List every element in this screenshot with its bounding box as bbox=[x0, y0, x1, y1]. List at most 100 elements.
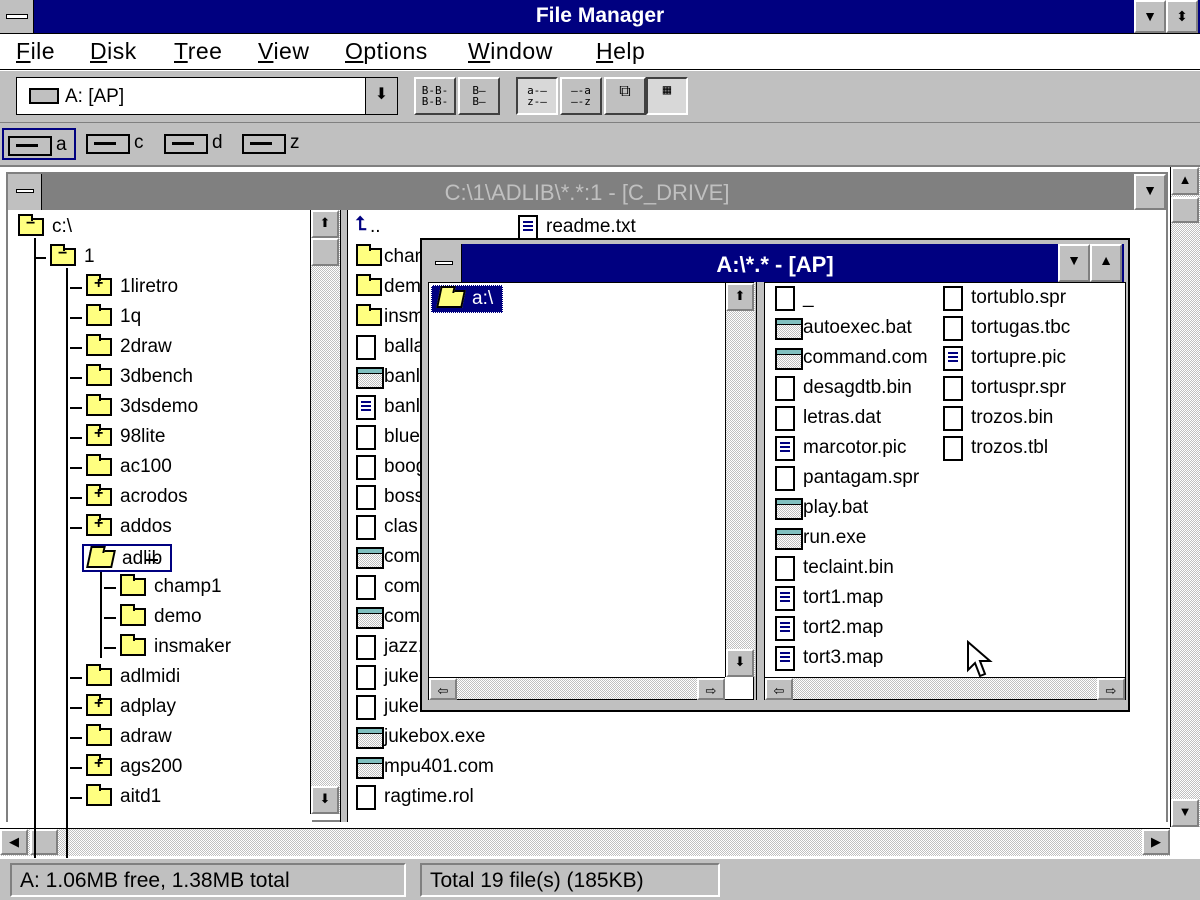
a-window-minimize[interactable]: ▼ bbox=[1058, 244, 1090, 282]
a-tree-root[interactable]: a:\ bbox=[431, 285, 503, 313]
a-window-maximize[interactable]: ▲ bbox=[1090, 244, 1122, 282]
menu-help[interactable]: Help bbox=[596, 38, 645, 65]
file-item[interactable]: mpu401.com bbox=[352, 754, 512, 782]
scroll-thumb[interactable] bbox=[311, 238, 339, 266]
tree-connector bbox=[70, 467, 82, 469]
menu-tree[interactable]: Tree bbox=[174, 38, 222, 65]
file-item[interactable]: command.com bbox=[771, 345, 941, 373]
drive-dropdown-button[interactable]: ⬇ bbox=[365, 78, 397, 114]
workspace-vscroll[interactable]: ▲ ▼ bbox=[1170, 167, 1200, 827]
file-item[interactable]: tort3.map bbox=[771, 645, 941, 673]
menu-file[interactable]: File bbox=[16, 38, 55, 65]
sort-by-date-button[interactable]: ▦ bbox=[646, 77, 688, 115]
drive-z[interactable]: z bbox=[238, 128, 310, 160]
a-files-hscroll[interactable]: ⇦ ⇨ bbox=[765, 677, 1125, 700]
file-item[interactable]: tortugas.tbc bbox=[939, 315, 1119, 343]
c-tree-pane[interactable]: c:\ 1 1liretro 1q 2draw 3dbench 3dsdemo 98lite a… bbox=[8, 210, 312, 858]
tree-item[interactable]: 3dsdemo bbox=[8, 394, 308, 422]
split-bar[interactable] bbox=[340, 210, 348, 822]
scroll-up-button[interactable]: ▲ bbox=[1171, 167, 1199, 195]
sort-by-name-button[interactable]: a-— z-— bbox=[516, 77, 558, 115]
c-window-title-bar[interactable]: C:\1\ADLIB\*.*:1 - [C_DRIVE] ▼ bbox=[8, 174, 1166, 210]
title-bar[interactable]: File Manager ▼ ⬍ bbox=[0, 0, 1200, 34]
file-item[interactable]: pantagam.spr bbox=[771, 465, 941, 493]
file-item[interactable]: trozos.bin bbox=[939, 405, 1119, 433]
file-item[interactable]: ragtime.rol bbox=[352, 784, 512, 812]
file-item[interactable]: letras.dat bbox=[771, 405, 941, 433]
file-item[interactable]: tortupre.pic bbox=[939, 345, 1119, 373]
tree-item[interactable]: aitd1 bbox=[8, 784, 308, 812]
tree-item[interactable]: acrodos bbox=[8, 484, 308, 512]
scroll-up-button[interactable]: ⬆ bbox=[311, 210, 339, 238]
scroll-up-button[interactable]: ⬆ bbox=[726, 283, 754, 311]
scroll-left-button[interactable]: ⇦ bbox=[429, 678, 457, 700]
tree-item-label: aitd1 bbox=[120, 786, 162, 807]
tree-item[interactable]: 1liretro bbox=[8, 274, 308, 302]
file-name: com bbox=[384, 546, 420, 567]
a-tree-vscroll[interactable]: ⬆ ⬇ bbox=[725, 283, 755, 677]
a-window-title-bar[interactable]: A:\*.* - [AP] ▼ ▲ bbox=[426, 244, 1124, 282]
scroll-left-button[interactable]: ◀ bbox=[0, 829, 28, 855]
tree-item[interactable]: c:\ bbox=[8, 214, 308, 242]
file-item[interactable]: jukebox.exe bbox=[352, 724, 512, 752]
workspace-hscroll[interactable]: ◀ ▶ bbox=[0, 828, 1170, 856]
tree-item[interactable]: adraw bbox=[8, 724, 308, 752]
scroll-thumb[interactable] bbox=[1171, 197, 1199, 223]
tree-item[interactable]: insmaker bbox=[8, 634, 308, 662]
tree-item[interactable]: ac100 bbox=[8, 454, 308, 482]
minimize-button[interactable]: ▼ bbox=[1134, 0, 1166, 33]
menu-window[interactable]: Window bbox=[468, 38, 553, 65]
drive-d[interactable]: d bbox=[160, 128, 232, 160]
sort-by-type-button[interactable]: —-a —-z bbox=[560, 77, 602, 115]
scroll-right-button[interactable]: ▶ bbox=[1142, 829, 1170, 855]
menu-disk[interactable]: Disk bbox=[90, 38, 137, 65]
file-item[interactable]: teclaint.bin bbox=[771, 555, 941, 583]
scroll-down-button[interactable]: ⬇ bbox=[311, 786, 339, 814]
tree-item[interactable]: 1q bbox=[8, 304, 308, 332]
file-item[interactable]: marcotor.pic bbox=[771, 435, 941, 463]
tree-item[interactable]: 1 bbox=[8, 244, 308, 272]
file-item[interactable]: tort1.map bbox=[771, 585, 941, 613]
drive-c[interactable]: c bbox=[82, 128, 154, 160]
program-file-icon bbox=[356, 607, 384, 629]
tree-item[interactable]: addos bbox=[8, 514, 308, 542]
tree-item[interactable]: adlib bbox=[82, 544, 172, 572]
tree-item[interactable]: adplay bbox=[8, 694, 308, 722]
menu-options[interactable]: Options bbox=[345, 38, 428, 65]
tree-item[interactable]: 2draw bbox=[8, 334, 308, 362]
drive-select[interactable]: A: [AP] ⬇ bbox=[16, 77, 398, 115]
file-item[interactable]: desagdtb.bin bbox=[771, 375, 941, 403]
scroll-down-button[interactable]: ▼ bbox=[1171, 799, 1199, 827]
directory-only-button[interactable]: B— B— bbox=[458, 77, 500, 115]
new-window-button[interactable]: ⧉ bbox=[604, 77, 646, 115]
scroll-right-button[interactable]: ⇨ bbox=[697, 678, 725, 700]
file-item[interactable]: play.bat bbox=[771, 495, 941, 523]
tree-item[interactable]: demo bbox=[8, 604, 308, 632]
scroll-right-button[interactable]: ⇨ bbox=[1097, 678, 1125, 700]
tree-item[interactable]: adlmidi bbox=[8, 664, 308, 692]
tree-and-directory-button[interactable]: B-B- B-B- bbox=[414, 77, 456, 115]
file-item[interactable]: tort2.map bbox=[771, 615, 941, 643]
file-item[interactable]: tortuspr.spr bbox=[939, 375, 1119, 403]
tree-item[interactable]: champ1 bbox=[8, 574, 308, 602]
tree-item[interactable]: 3dbench bbox=[8, 364, 308, 392]
a-file-pane[interactable]: ⇦ ⇨ _ autoexec.bat command.com desagdtb.bin… bbox=[764, 282, 1126, 700]
c-window-minimize[interactable]: ▼ bbox=[1134, 174, 1166, 210]
tree-item[interactable]: ags200 bbox=[8, 754, 308, 782]
file-item[interactable]: _ bbox=[771, 285, 941, 313]
file-item[interactable]: trozos.tbl bbox=[939, 435, 1119, 463]
c-tree-vscroll[interactable]: ⬆ ⬇ bbox=[310, 210, 340, 814]
split-bar[interactable] bbox=[756, 282, 764, 700]
file-item[interactable]: autoexec.bat bbox=[771, 315, 941, 343]
a-drive-window[interactable]: A:\*.* - [AP] ▼ ▲ a:\ ⬆ ⬇ ⇦ ⇨ ⇦ ⇨ _ autoe… bbox=[420, 238, 1130, 712]
tree-item[interactable]: 98lite bbox=[8, 424, 308, 452]
a-tree-pane[interactable]: a:\ ⬆ ⬇ ⇦ ⇨ bbox=[428, 282, 755, 700]
scroll-left-button[interactable]: ⇦ bbox=[765, 678, 793, 700]
scroll-down-button[interactable]: ⬇ bbox=[726, 649, 754, 677]
file-item[interactable]: tortublo.spr bbox=[939, 285, 1119, 313]
a-tree-hscroll[interactable]: ⇦ ⇨ bbox=[429, 677, 725, 700]
drive-a[interactable]: a bbox=[2, 128, 76, 160]
file-item[interactable]: run.exe bbox=[771, 525, 941, 553]
maximize-button[interactable]: ⬍ bbox=[1166, 0, 1198, 33]
menu-view[interactable]: View bbox=[258, 38, 309, 65]
